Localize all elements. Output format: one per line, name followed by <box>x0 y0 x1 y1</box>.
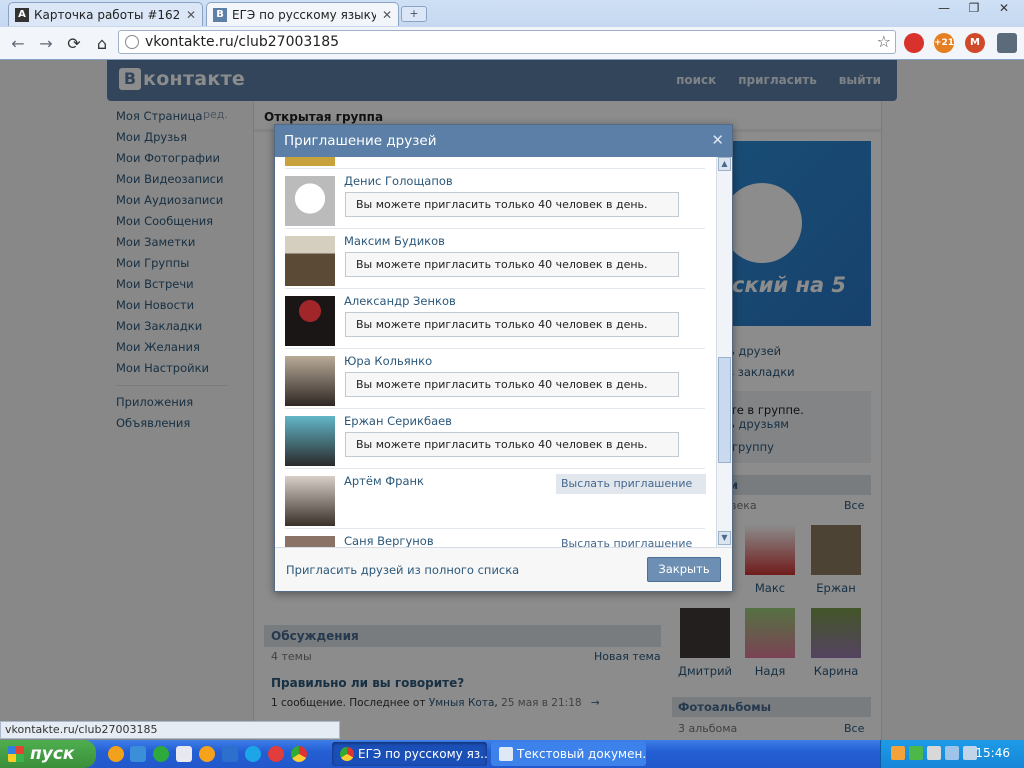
task-label: Текстовый докумен... <box>517 747 646 761</box>
avatar[interactable] <box>285 356 335 406</box>
picture-icon[interactable] <box>130 746 146 762</box>
network-icon[interactable] <box>909 746 923 760</box>
wrench-icon[interactable] <box>997 33 1017 53</box>
invite-from-full-list-link[interactable]: Пригласить друзей из полного списка <box>286 563 519 577</box>
scrollbar-thumb[interactable] <box>718 357 731 463</box>
friends-list-scrollbar[interactable]: ▲ ▼ <box>716 157 732 547</box>
chrome-icon <box>340 747 354 761</box>
stop-icon[interactable] <box>904 33 924 53</box>
friend-row: Саня Вергунов Выслать приглашение <box>285 529 706 547</box>
friend-name-link[interactable]: Денис Голощапов <box>344 174 453 188</box>
navigation-bar: ← → ⟳ ⌂ vkontakte.ru/club27003185 ☆ +21 … <box>0 27 1024 59</box>
windows-logo-icon <box>8 746 24 762</box>
friend-row: Артём Франк Выслать приглашение <box>285 469 706 529</box>
weather-icon[interactable]: +21 <box>934 33 954 53</box>
friend-row: Александр Зенков Вы можете пригласить то… <box>285 289 705 349</box>
mail-icon[interactable]: M <box>965 33 985 53</box>
close-button[interactable]: Закрыть <box>647 557 721 582</box>
modal-footer: Пригласить друзей из полного списка Закр… <box>275 547 732 591</box>
avatar[interactable] <box>285 157 335 166</box>
back-button[interactable]: ← <box>4 34 32 53</box>
forward-button[interactable]: → <box>32 34 60 53</box>
globe-icon <box>125 35 139 49</box>
avatar[interactable] <box>285 296 335 346</box>
start-label: пуск <box>30 744 75 764</box>
friend-name-link[interactable]: Саня Вергунов <box>344 534 434 547</box>
modal-header: Приглашение друзей ✕ <box>275 125 732 157</box>
friend-row <box>285 157 705 169</box>
chrome-icon[interactable] <box>291 746 307 762</box>
send-invitation-button[interactable]: Выслать приглашение <box>556 534 706 547</box>
friend-name-link[interactable]: Максим Будиков <box>344 234 445 248</box>
avatar[interactable] <box>285 536 335 547</box>
tab-title: Карточка работы #16235... <box>34 7 180 22</box>
friend-row: Ержан Серикбаев Вы можете пригласить тол… <box>285 409 705 469</box>
volume-icon[interactable] <box>927 746 941 760</box>
tab-title: ЕГЭ по русскому языку "Р... <box>232 7 376 22</box>
window-controls: — ❐ ✕ <box>930 0 1018 18</box>
invite-limit-notice: Вы можете пригласить только 40 человек в… <box>345 372 679 397</box>
tab-task-card[interactable]: A Карточка работы #16235... ✕ <box>8 2 203 26</box>
invite-limit-notice: Вы можете пригласить только 40 человек в… <box>345 312 679 337</box>
system-tray: 15:46 <box>880 740 1024 768</box>
friend-name-link[interactable]: Ержан Серикбаев <box>344 414 452 428</box>
word-icon[interactable] <box>222 746 238 762</box>
media-player-icon[interactable] <box>176 746 192 762</box>
reload-button[interactable]: ⟳ <box>60 34 88 53</box>
close-icon[interactable]: ✕ <box>711 132 724 148</box>
friend-name-link[interactable]: Артём Франк <box>344 474 424 488</box>
invite-limit-notice: Вы можете пригласить только 40 человек в… <box>345 252 679 277</box>
firefox-icon[interactable] <box>199 746 215 762</box>
close-window-button[interactable]: ✕ <box>990 0 1018 18</box>
browser-chrome: A Карточка работы #16235... ✕ В ЕГЭ по р… <box>0 0 1024 60</box>
close-icon[interactable]: ✕ <box>382 8 392 22</box>
friend-name-link[interactable]: Александр Зенков <box>344 294 456 308</box>
scroll-down-icon[interactable]: ▼ <box>718 531 731 545</box>
home-button[interactable]: ⌂ <box>88 34 116 53</box>
minimize-button[interactable]: — <box>930 0 958 18</box>
invite-limit-notice: Вы можете пригласить только 40 человек в… <box>345 192 679 217</box>
skype-icon[interactable] <box>245 746 261 762</box>
invite-friends-modal: Приглашение друзей ✕ Денис Голощапов Вы … <box>274 124 733 592</box>
status-url: vkontakte.ru/club27003185 <box>0 721 340 739</box>
task-chrome[interactable]: ЕГЭ по русскому яз... <box>332 742 487 766</box>
url-text: vkontakte.ru/club27003185 <box>145 34 340 50</box>
friend-row: Юра Кольянко Вы можете пригласить только… <box>285 349 705 409</box>
pause-icon[interactable] <box>891 746 905 760</box>
send-invitation-button[interactable]: Выслать приглашение <box>556 474 706 494</box>
star-icon[interactable]: ☆ <box>877 32 891 51</box>
friend-row: Максим Будиков Вы можете пригласить толь… <box>285 229 705 289</box>
opera-icon[interactable] <box>268 746 284 762</box>
avatar[interactable] <box>285 176 335 226</box>
avatar[interactable] <box>285 416 335 466</box>
close-icon[interactable]: ✕ <box>186 8 196 22</box>
utorrent-icon[interactable] <box>153 746 169 762</box>
display-icon[interactable] <box>945 746 959 760</box>
tab-strip: A Карточка работы #16235... ✕ В ЕГЭ по р… <box>0 0 1024 26</box>
start-button[interactable]: пуск <box>0 740 96 768</box>
modal-title: Приглашение друзей <box>284 133 437 149</box>
friend-row: Денис Голощапов Вы можете пригласить тол… <box>285 169 705 229</box>
address-bar[interactable]: vkontakte.ru/club27003185 ☆ <box>118 30 896 54</box>
invite-limit-notice: Вы можете пригласить только 40 человек в… <box>345 432 679 457</box>
friends-list: Денис Голощапов Вы можете пригласить тол… <box>275 157 716 547</box>
avatar[interactable] <box>285 476 335 526</box>
tab-favicon: В <box>213 7 227 22</box>
taskbar: пуск ЕГЭ по русскому яз... Текстовый док… <box>0 740 1024 768</box>
notepad-icon <box>499 747 513 761</box>
scroll-up-icon[interactable]: ▲ <box>718 157 731 171</box>
aimp-icon[interactable] <box>108 746 124 762</box>
new-tab-button[interactable]: + <box>401 6 427 22</box>
maximize-button[interactable]: ❐ <box>960 0 988 18</box>
tab-vk-ege[interactable]: В ЕГЭ по русскому языку "Р... ✕ <box>206 2 399 26</box>
task-label: ЕГЭ по русскому яз... <box>358 747 487 761</box>
task-notepad[interactable]: Текстовый докумен... <box>491 742 646 766</box>
clock[interactable]: 15:46 <box>975 746 1010 760</box>
avatar[interactable] <box>285 236 335 286</box>
tab-favicon: A <box>15 7 29 22</box>
friend-name-link[interactable]: Юра Кольянко <box>344 354 432 368</box>
